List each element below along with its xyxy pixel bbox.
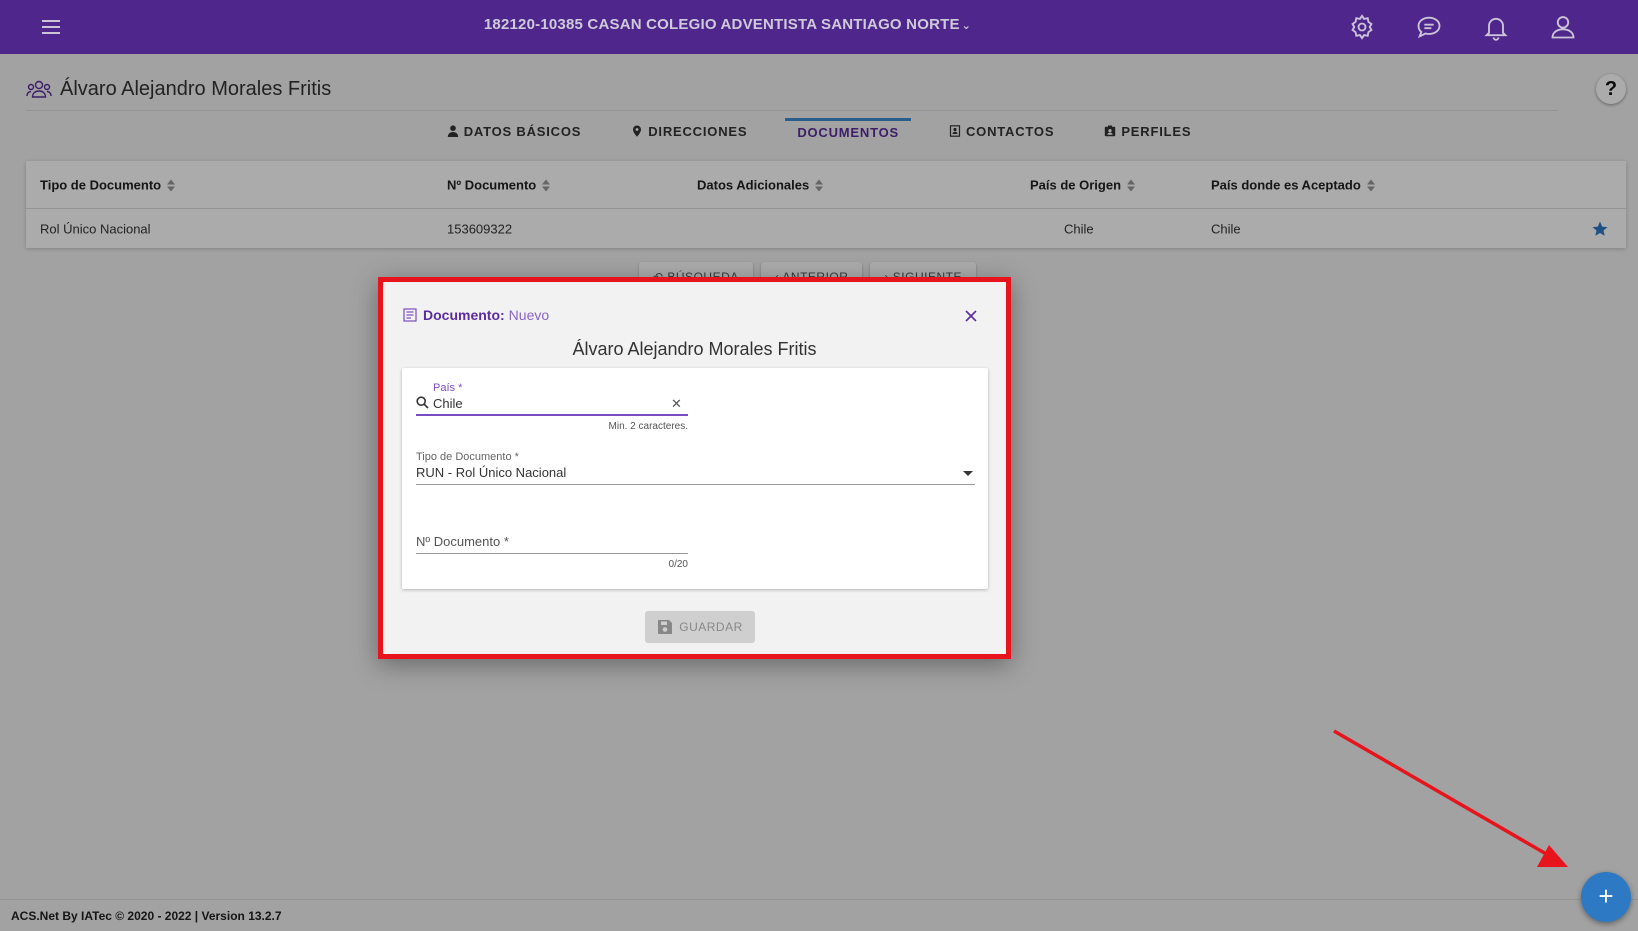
tipo-documento-label: Tipo de Documento * xyxy=(416,451,519,463)
dialog-person-name: Álvaro Alejandro Morales Fritis xyxy=(572,339,817,359)
add-document-button[interactable]: + xyxy=(1581,872,1631,922)
save-icon xyxy=(658,620,673,634)
dialog-state: Nuevo xyxy=(508,307,550,323)
dialog-label: Documento: xyxy=(423,307,505,323)
numero-documento-underline xyxy=(416,553,688,554)
save-label: GUARDAR xyxy=(679,620,743,634)
organization-title: 182120-10385 CASAN COLEGIO ADVENTISTA SA… xyxy=(483,16,960,33)
pais-label: País * xyxy=(433,382,463,394)
bell-icon[interactable] xyxy=(1482,13,1510,41)
chevron-down-icon: ⌄ xyxy=(961,20,972,32)
document-form: País * Chile ✕ Min. 2 caracteres. Tipo d… xyxy=(402,368,988,589)
numero-documento-counter: 0/20 xyxy=(668,559,688,570)
top-bar: 182120-10385 CASAN COLEGIO ADVENTISTA SA… xyxy=(0,0,1638,54)
organization-selector[interactable]: 182120-10385 CASAN COLEGIO ADVENTISTA SA… xyxy=(0,16,1455,33)
settings-icon[interactable] xyxy=(1348,13,1376,41)
search-icon xyxy=(416,396,429,409)
chat-icon[interactable] xyxy=(1415,13,1443,41)
numero-documento-input[interactable]: Nº Documento * xyxy=(416,534,509,549)
pais-underline xyxy=(416,414,688,416)
clear-icon[interactable]: ✕ xyxy=(671,396,682,412)
pais-hint: Min. 2 caracteres. xyxy=(608,421,688,432)
document-icon xyxy=(403,308,417,322)
close-icon[interactable] xyxy=(964,309,978,323)
document-dialog: Documento: Nuevo Álvaro Alejandro Morale… xyxy=(378,277,1011,659)
tipo-documento-select[interactable]: RUN - Rol Único Nacional xyxy=(416,465,566,480)
save-button[interactable]: GUARDAR xyxy=(645,611,755,643)
user-icon[interactable] xyxy=(1549,13,1577,41)
dialog-header: Documento: Nuevo xyxy=(403,307,549,323)
pais-input[interactable]: Chile xyxy=(433,396,463,411)
dropdown-arrow-icon[interactable] xyxy=(963,471,973,476)
tipo-documento-underline xyxy=(416,484,975,485)
